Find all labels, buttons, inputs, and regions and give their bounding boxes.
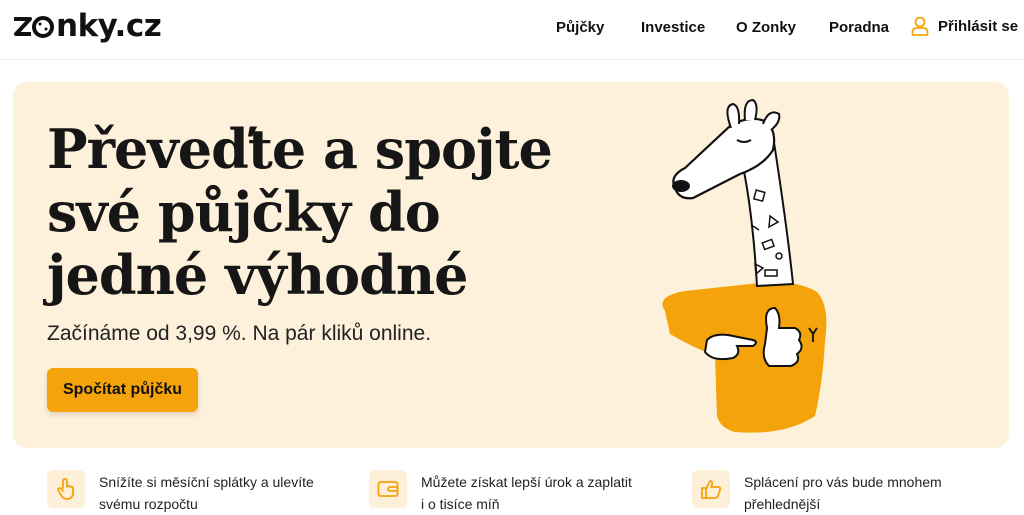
nav-investice[interactable]: Investice [641,19,705,36]
hero-title-line: Převeďte a spojte [47,117,553,181]
feature-text-line: Můžete získat lepší úrok a zaplatit [421,474,632,490]
feature-text: Můžete získat lepší úrok a zaplatit i o … [421,471,632,515]
logo-mark-icon [14,16,54,38]
feature-text: Snížíte si měsíční splátky a ulevíte své… [99,471,314,515]
feature-text: Splácení pro vás bude mnohem přehlednějš… [744,471,942,515]
hero-subtitle: Začínáme od 3,99 %. Na pár kliků online. [47,322,432,345]
wallet-icon [369,470,407,508]
feature-item: Můžete získat lepší úrok a zaplatit i o … [369,470,632,515]
feature-text-line: přehlednější [744,496,821,512]
logo-text: nky.cz [56,8,162,44]
login-label: Přihlásit se [938,17,1019,35]
calculate-loan-button[interactable]: Spočítat půjčku [47,368,198,412]
hero-banner: Převeďte a spojte své půjčky do jedné vý… [13,82,1009,448]
header: nky.cz Půjčky Investice O Zonky Poradna … [0,0,1024,60]
pointer-hand-icon [47,470,85,508]
thumbs-up-icon [692,470,730,508]
hero-title-line: jedné výhodné [47,243,468,307]
feature-text-line: Splácení pro vás bude mnohem [744,474,942,490]
features-row: Snížíte si měsíční splátky a ulevíte své… [0,460,1024,515]
zonky-logo[interactable]: nky.cz [12,8,162,44]
feature-text-line: svému rozpočtu [99,496,198,512]
giraffe-mascot-illustration [662,98,827,433]
hero-title: Převeďte a spojte své půjčky do jedné vý… [47,118,587,307]
hero-title-line: své půjčky do [47,180,441,244]
nav-pujcky[interactable]: Půjčky [556,19,604,36]
nav-poradna[interactable]: Poradna [829,19,889,36]
login-button[interactable]: Přihlásit se [911,16,1018,36]
nav-o-zonky[interactable]: O Zonky [736,19,796,36]
user-icon [911,16,929,36]
feature-item: Snížíte si měsíční splátky a ulevíte své… [47,470,314,515]
feature-item: Splácení pro vás bude mnohem přehlednějš… [692,470,942,515]
feature-text-line: Snížíte si měsíční splátky a ulevíte [99,474,314,490]
feature-text-line: i o tisíce míň [421,496,500,512]
